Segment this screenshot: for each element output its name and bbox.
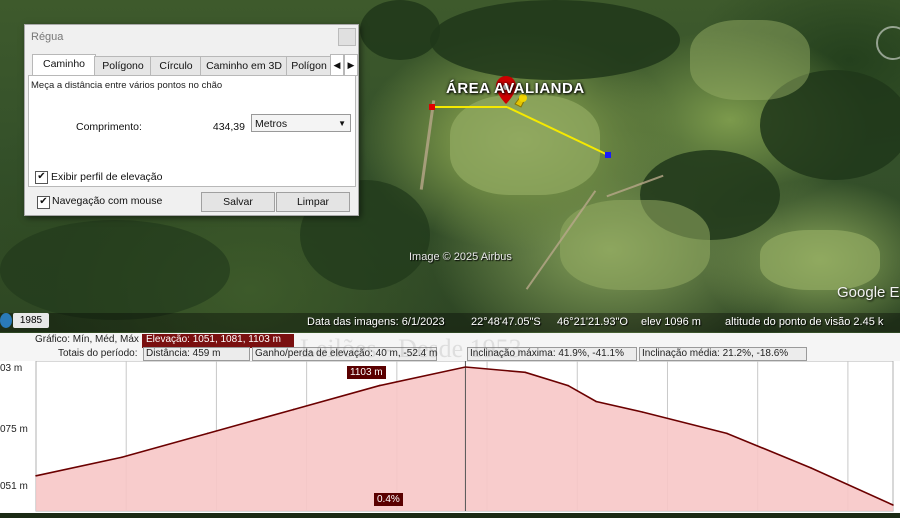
elevation-point [642, 411, 644, 413]
elevation-point [206, 432, 209, 435]
chevron-left-icon[interactable]: ◀ [330, 54, 344, 76]
globe-icon[interactable] [0, 313, 12, 328]
elevation-chart-svg [35, 360, 894, 512]
image-credit: Image © 2025 Airbus [409, 251, 512, 263]
watermark: Leilões - Desde 1953 [300, 334, 522, 363]
y-tick-label: 051 m [0, 481, 28, 492]
elevation-readout: elev 1096 m [641, 316, 701, 328]
totals-label: Totais do período: [58, 348, 138, 359]
google-logo: Google E [837, 284, 900, 301]
elevation-chart[interactable]: 03 m 075 m 051 m [0, 360, 900, 513]
area-label: ÁREA AVALIANDA [446, 80, 585, 97]
longitude: 46°21'21.93"O [557, 316, 628, 328]
elevation-profile-panel: Gráfico: Mín, Méd, Máx Elevação: 1051, 1… [0, 333, 900, 513]
historical-imagery-year[interactable]: 1985 [13, 313, 49, 328]
mouse-navigation-label: Navegação com mouse [52, 195, 163, 207]
elevation-point [595, 400, 597, 403]
unit-select-value: Metros [255, 118, 288, 130]
length-label: Comprimento: [76, 121, 142, 133]
elevation-profile-label: Exibir perfil de elevação [51, 171, 163, 183]
eye-altitude: altitude do ponto de visão 2.45 k [725, 316, 884, 328]
elevation-point [464, 366, 467, 368]
clear-button[interactable]: Limpar [276, 192, 350, 212]
elevation-point [726, 432, 728, 435]
elevation-point [378, 384, 381, 387]
total-distance: Distância: 459 m [146, 348, 221, 359]
measure-path-segment-2 [506, 106, 609, 156]
elevation-point [292, 408, 295, 411]
path-end-marker [605, 152, 611, 158]
elevation-point [892, 504, 894, 506]
elevation-point [524, 371, 526, 374]
elevation-stats-header: Gráfico: Mín, Méd, Máx Elevação: 1051, 1… [0, 333, 900, 363]
avg-slope: Inclinação média: 21.2%, -18.6% [642, 348, 789, 359]
imagery-date: Data das imagens: 6/1/2023 [307, 316, 445, 328]
latitude: 22°48'47.05"S [471, 316, 541, 328]
elevation-point [35, 475, 37, 477]
chevron-right-icon[interactable]: ▶ [344, 54, 358, 76]
tab-description: Meça a distância entre vários pontos no … [31, 80, 223, 91]
tab-3d-polygon[interactable]: Polígon [286, 56, 332, 75]
unit-select[interactable]: Metros ▼ [251, 114, 351, 132]
y-tick-label: 075 m [0, 424, 28, 435]
map-status-bar: Data das imagens: 6/1/2023 22°48'47.05"S… [0, 313, 900, 332]
tab-bar: Caminho Polígono Círculo Caminho em 3D P… [28, 54, 358, 76]
elevation-stats: Elevação: 1051, 1081, 1103 m [146, 334, 281, 345]
dialog-title: Régua [31, 31, 64, 43]
elevation-profile-checkbox[interactable]: ✔ [35, 171, 48, 184]
mouse-navigation-checkbox[interactable]: ✔ [37, 196, 50, 209]
path-start-marker [429, 104, 435, 110]
save-button[interactable]: Salvar [201, 192, 275, 212]
chevron-down-icon: ▼ [338, 119, 346, 128]
graph-prefix: Gráfico: Mín, Méd, Máx [35, 334, 139, 345]
tab-path[interactable]: Caminho [32, 54, 96, 76]
tab-polygon[interactable]: Polígono [94, 56, 152, 75]
cursor-elevation-label: 1103 m [347, 366, 386, 379]
tab-panel: Meça a distância entre vários pontos no … [28, 75, 356, 187]
tab-3d-path[interactable]: Caminho em 3D [200, 56, 288, 75]
y-tick-label: 03 m [0, 363, 23, 374]
length-value: 434,39 [212, 121, 245, 133]
tab-circle[interactable]: Círculo [150, 56, 202, 75]
ruler-dialog: Régua Caminho Polígono Círculo Caminho e… [24, 24, 359, 216]
elevation-point [810, 467, 812, 469]
close-icon[interactable] [338, 28, 356, 46]
cursor-slope-label: 0.4% [374, 493, 403, 506]
elevation-point [121, 456, 123, 459]
elevation-point [567, 384, 569, 387]
